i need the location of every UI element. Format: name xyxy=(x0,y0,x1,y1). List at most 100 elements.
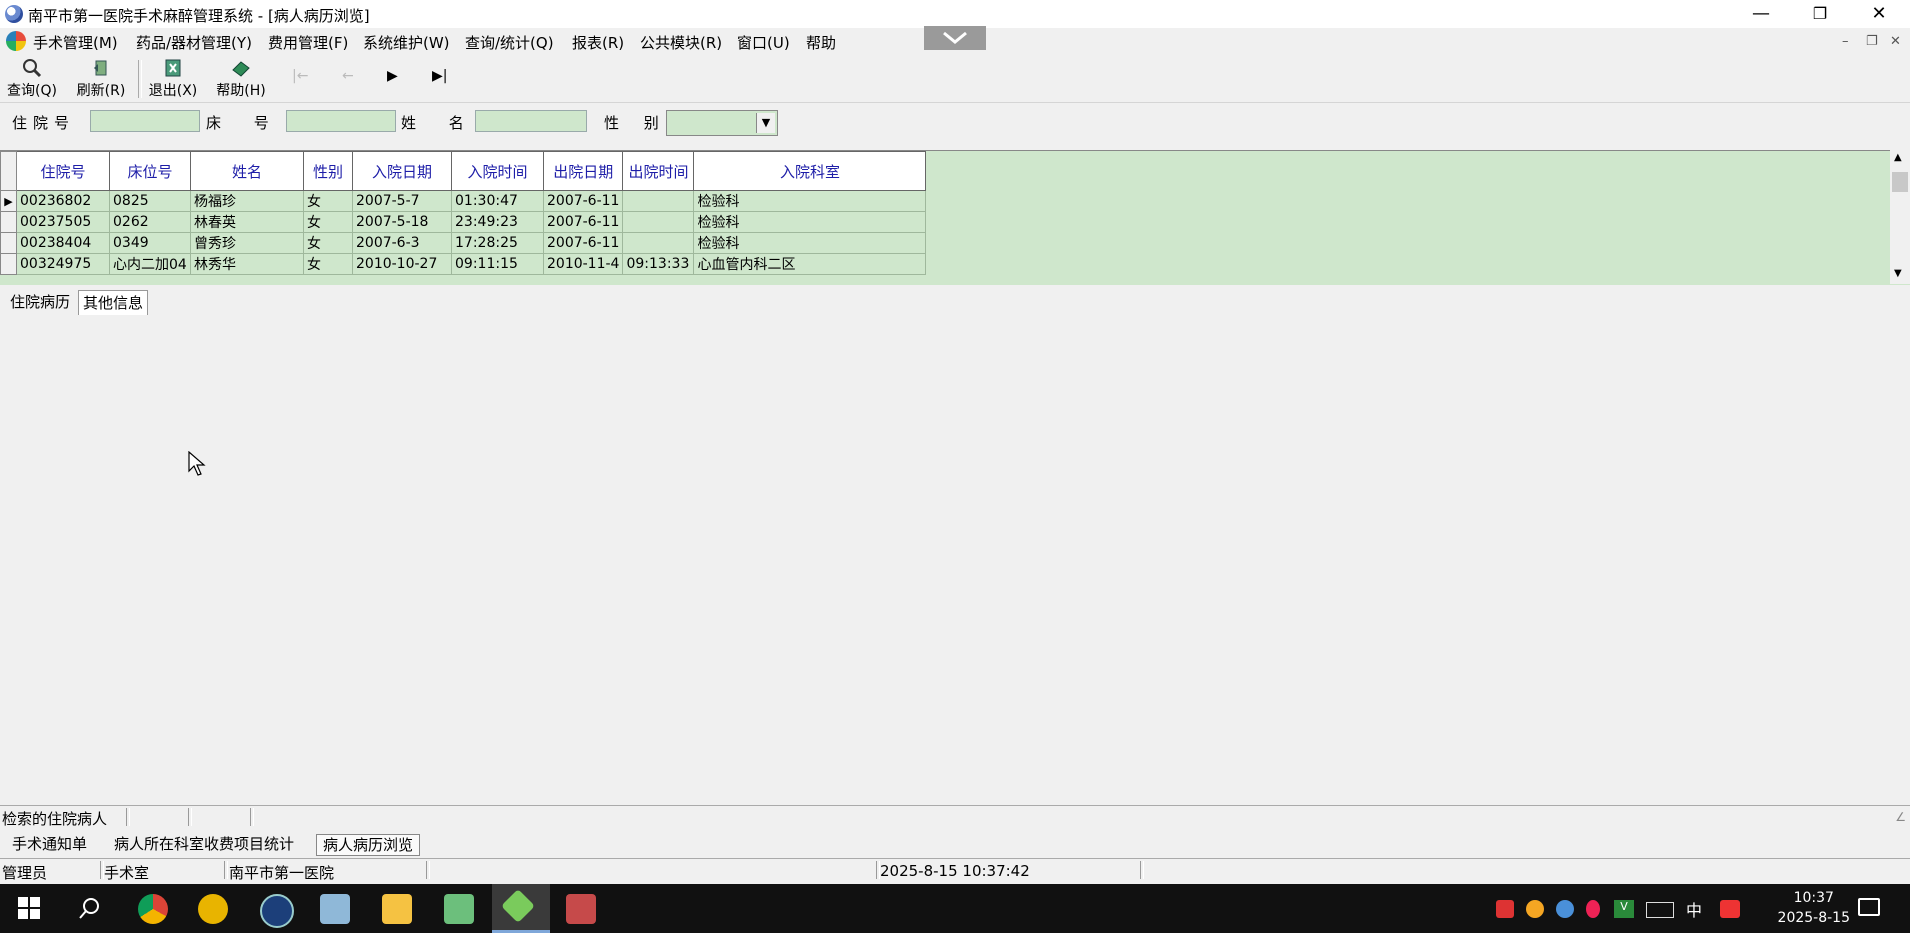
cell[interactable]: 00237505 xyxy=(16,211,110,233)
notification-icon[interactable] xyxy=(1858,898,1880,916)
menu-window[interactable]: 窗口(U) xyxy=(737,32,790,53)
tab-other-info[interactable]: 其他信息 xyxy=(78,290,149,315)
table-row[interactable]: 00238404 0349 曾秀珍 女 2007-6-3 17:28:25 20… xyxy=(0,232,927,254)
name-input[interactable] xyxy=(475,110,587,132)
col-department[interactable]: 入院科室 xyxy=(693,151,927,191)
menu-reports[interactable]: 报表(R) xyxy=(572,32,624,53)
cell[interactable]: 0262 xyxy=(109,211,191,233)
cell[interactable]: 林春英 xyxy=(190,211,304,233)
menu-drugs[interactable]: 药品/器材管理(Y) xyxy=(136,32,252,53)
cell[interactable]: 09:11:15 xyxy=(451,253,544,275)
table-row[interactable]: 00324975 心内二加04 林秀华 女 2010-10-27 09:11:1… xyxy=(0,253,927,275)
next-record-icon[interactable]: ▶ xyxy=(387,68,398,84)
tray-app-icon[interactable] xyxy=(1556,900,1574,918)
cell[interactable]: 检验科 xyxy=(693,232,927,254)
col-inpatient-no[interactable]: 住院号 xyxy=(16,151,110,191)
cell[interactable]: 0349 xyxy=(109,232,191,254)
ultraedit-icon[interactable] xyxy=(198,894,228,924)
menu-fees[interactable]: 费用管理(F) xyxy=(268,32,348,53)
cell[interactable]: 曾秀珍 xyxy=(190,232,304,254)
col-admit-date[interactable]: 入院日期 xyxy=(352,151,452,191)
col-admit-time[interactable]: 入院时间 xyxy=(451,151,544,191)
database-settings-icon[interactable] xyxy=(566,894,596,924)
active-app-slot[interactable] xyxy=(492,884,550,933)
tray-flame-icon[interactable] xyxy=(1586,900,1600,918)
search-icon[interactable] xyxy=(78,896,102,920)
menu-public[interactable]: 公共模块(R) xyxy=(640,32,722,53)
tray-app-icon[interactable] xyxy=(1526,900,1544,918)
sogou-input-icon[interactable] xyxy=(1720,900,1740,918)
compass-app-icon[interactable] xyxy=(260,894,294,928)
cell[interactable]: 女 xyxy=(303,190,353,212)
menu-surgery[interactable]: 手术管理(M) xyxy=(33,32,118,53)
anesthesia-app-icon[interactable] xyxy=(501,889,535,923)
tab-inpatient-record[interactable]: 住院病历 xyxy=(6,290,74,314)
cell[interactable]: 女 xyxy=(303,232,353,254)
query-button[interactable]: 查询(Q) xyxy=(6,58,58,100)
close-button[interactable]: ✕ xyxy=(1856,0,1902,28)
table-row[interactable]: 00237505 0262 林春英 女 2007-5-18 23:49:23 2… xyxy=(0,211,927,233)
table-row[interactable]: ▶ 00236802 0825 杨福珍 女 2007-5-7 01:30:47 … xyxy=(0,190,927,212)
mdi-minimize-button[interactable]: – xyxy=(1842,34,1849,49)
taskbar-clock[interactable]: 10:37 2025-8-15 xyxy=(1778,888,1850,928)
window-tab-fee-stats[interactable]: 病人所在科室收费项目统计 xyxy=(108,834,300,854)
col-discharge-time[interactable]: 出院时间 xyxy=(622,151,695,191)
menu-system[interactable]: 系统维护(W) xyxy=(363,32,450,53)
cell[interactable]: 检验科 xyxy=(693,211,927,233)
cell[interactable]: 2007-5-18 xyxy=(352,211,452,233)
cell[interactable]: 2007-6-3 xyxy=(352,232,452,254)
last-record-icon[interactable]: ▶| xyxy=(432,68,447,84)
notebook-app-icon[interactable] xyxy=(320,894,350,924)
bed-no-input[interactable] xyxy=(286,110,396,132)
cell[interactable]: 杨福珍 xyxy=(190,190,304,212)
cell[interactable]: 09:13:33 xyxy=(622,253,695,275)
mdi-close-button[interactable]: ✕ xyxy=(1890,34,1901,49)
cell[interactable]: 检验科 xyxy=(693,190,927,212)
col-sex[interactable]: 性别 xyxy=(303,151,353,191)
cell[interactable]: 17:28:25 xyxy=(451,232,544,254)
cell[interactable]: 2010-10-27 xyxy=(352,253,452,275)
prev-record-icon[interactable]: ← xyxy=(342,68,354,84)
cell[interactable] xyxy=(622,190,695,212)
his-app-icon[interactable] xyxy=(444,894,474,924)
cell[interactable]: 女 xyxy=(303,211,353,233)
menu-help[interactable]: 帮助 xyxy=(806,32,836,53)
cell[interactable]: 2010-11-4 xyxy=(542,253,624,275)
cell[interactable]: 女 xyxy=(303,253,353,275)
cell[interactable]: 00238404 xyxy=(16,232,110,254)
help-button[interactable]: 帮助(H) xyxy=(214,58,268,100)
tray-vpn-icon[interactable]: V xyxy=(1614,900,1634,918)
grid-scrollbar[interactable]: ▲ ▼ xyxy=(1890,150,1910,284)
cell[interactable]: 心血管内科二区 xyxy=(693,253,927,275)
scroll-down-icon[interactable]: ▼ xyxy=(1894,268,1902,279)
cell[interactable]: 心内二加04 xyxy=(109,253,191,275)
cell[interactable]: 2007-6-11 xyxy=(542,232,624,254)
dropdown-arrow-icon[interactable]: ▼ xyxy=(756,113,775,133)
cell[interactable]: 0825 xyxy=(109,190,191,212)
cell[interactable]: 00324975 xyxy=(16,253,110,275)
cell[interactable]: 2007-6-11 xyxy=(542,211,624,233)
window-tab-record-browse[interactable]: 病人病历浏览 xyxy=(316,834,421,856)
cell[interactable]: 2007-6-11 xyxy=(542,190,624,212)
cell[interactable] xyxy=(622,211,695,233)
scroll-thumb[interactable] xyxy=(1892,172,1908,192)
menu-query[interactable]: 查询/统计(Q) xyxy=(465,32,554,53)
cell[interactable]: 林秀华 xyxy=(190,253,304,275)
first-record-icon[interactable]: |← xyxy=(292,68,308,84)
resize-grip-icon[interactable]: ∠ xyxy=(1895,810,1906,824)
mdi-restore-button[interactable]: ❐ xyxy=(1866,34,1878,49)
window-tab-surgery-notice[interactable]: 手术通知单 xyxy=(6,834,93,854)
col-discharge-date[interactable]: 出院日期 xyxy=(542,151,624,191)
windows-start-icon[interactable] xyxy=(18,897,40,919)
cell[interactable] xyxy=(622,232,695,254)
refresh-button[interactable]: 刷新(R) xyxy=(74,58,128,100)
cell[interactable]: 00236802 xyxy=(16,190,110,212)
minimize-button[interactable]: — xyxy=(1738,0,1784,28)
restore-button[interactable]: ❐ xyxy=(1797,0,1843,28)
ime-indicator[interactable]: 中 xyxy=(1686,897,1702,921)
sex-select[interactable]: ▼ xyxy=(666,110,778,136)
cell[interactable]: 2007-5-7 xyxy=(352,190,452,212)
scroll-up-icon[interactable]: ▲ xyxy=(1894,152,1902,163)
tray-app-icon[interactable] xyxy=(1496,900,1514,918)
col-bed-no[interactable]: 床位号 xyxy=(109,151,191,191)
